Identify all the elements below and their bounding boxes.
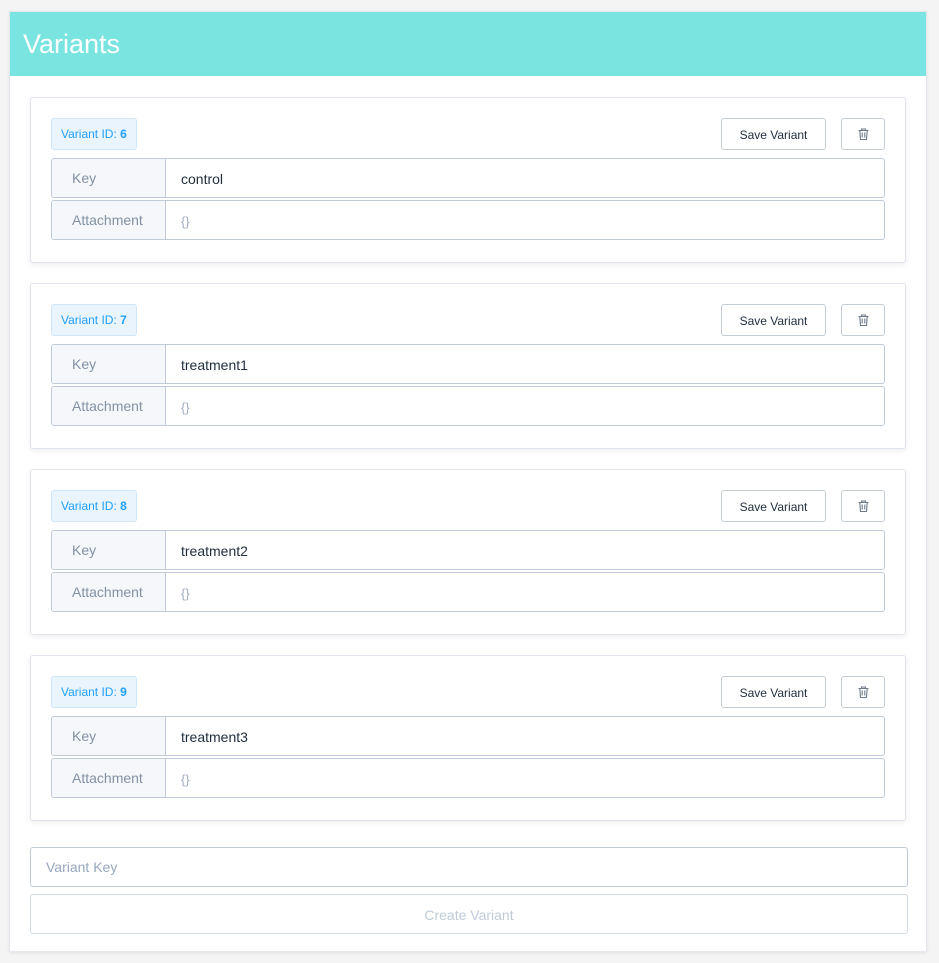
variant-id-label: Variant ID:	[61, 313, 117, 327]
variant-id-label: Variant ID:	[61, 127, 117, 141]
key-label: Key	[52, 159, 166, 197]
key-label: Key	[52, 345, 166, 383]
variant-card: Variant ID: 7 Save Variant Key treatment…	[30, 283, 906, 449]
key-label: Key	[52, 717, 166, 755]
key-input[interactable]: treatment1	[166, 345, 884, 383]
variant-id-badge: Variant ID: 6	[51, 118, 137, 150]
variant-card: Variant ID: 9 Save Variant Key treatment…	[30, 655, 906, 821]
delete-variant-button[interactable]	[841, 118, 885, 150]
variants-panel: Variants Variant ID: 6 Save Variant Key …	[9, 11, 927, 952]
panel-title: Variants	[10, 12, 926, 76]
save-variant-button[interactable]: Save Variant	[721, 118, 826, 150]
attachment-label: Attachment	[52, 387, 166, 425]
variant-card: Variant ID: 6 Save Variant Key control A…	[30, 97, 906, 263]
save-variant-button[interactable]: Save Variant	[721, 676, 826, 708]
trash-icon	[858, 128, 868, 140]
save-variant-button[interactable]: Save Variant	[721, 490, 826, 522]
variant-id-value: 8	[120, 499, 127, 513]
attachment-label: Attachment	[52, 573, 166, 611]
delete-variant-button[interactable]	[841, 676, 885, 708]
variant-id-badge: Variant ID: 8	[51, 490, 137, 522]
key-row: Key treatment1	[51, 344, 885, 384]
variant-card: Variant ID: 8 Save Variant Key treatment…	[30, 469, 906, 635]
variant-id-badge: Variant ID: 9	[51, 676, 137, 708]
attachment-label: Attachment	[52, 759, 166, 797]
attachment-input[interactable]: {}	[166, 573, 884, 611]
create-variant-button[interactable]: Create Variant	[30, 894, 908, 934]
variant-list: Variant ID: 6 Save Variant Key control A…	[10, 76, 926, 821]
key-row: Key treatment2	[51, 530, 885, 570]
trash-icon	[858, 314, 868, 326]
variant-id-value: 7	[120, 313, 127, 327]
attachment-input[interactable]: {}	[166, 201, 884, 239]
variant-id-value: 9	[120, 685, 127, 699]
variant-id-badge: Variant ID: 7	[51, 304, 137, 336]
attachment-row: Attachment {}	[51, 200, 885, 240]
key-row: Key treatment3	[51, 716, 885, 756]
attachment-input[interactable]: {}	[166, 387, 884, 425]
trash-icon	[858, 500, 868, 512]
key-row: Key control	[51, 158, 885, 198]
attachment-row: Attachment {}	[51, 572, 885, 612]
key-input[interactable]: treatment2	[166, 531, 884, 569]
attachment-label: Attachment	[52, 201, 166, 239]
save-variant-button[interactable]: Save Variant	[721, 304, 826, 336]
variant-id-label: Variant ID:	[61, 499, 117, 513]
trash-icon	[858, 686, 868, 698]
attachment-input[interactable]: {}	[166, 759, 884, 797]
variant-id-label: Variant ID:	[61, 685, 117, 699]
variant-id-value: 6	[120, 127, 127, 141]
attachment-row: Attachment {}	[51, 758, 885, 798]
delete-variant-button[interactable]	[841, 490, 885, 522]
delete-variant-button[interactable]	[841, 304, 885, 336]
attachment-row: Attachment {}	[51, 386, 885, 426]
key-input[interactable]: treatment3	[166, 717, 884, 755]
variant-key-input[interactable]	[30, 847, 908, 887]
key-label: Key	[52, 531, 166, 569]
key-input[interactable]: control	[166, 159, 884, 197]
